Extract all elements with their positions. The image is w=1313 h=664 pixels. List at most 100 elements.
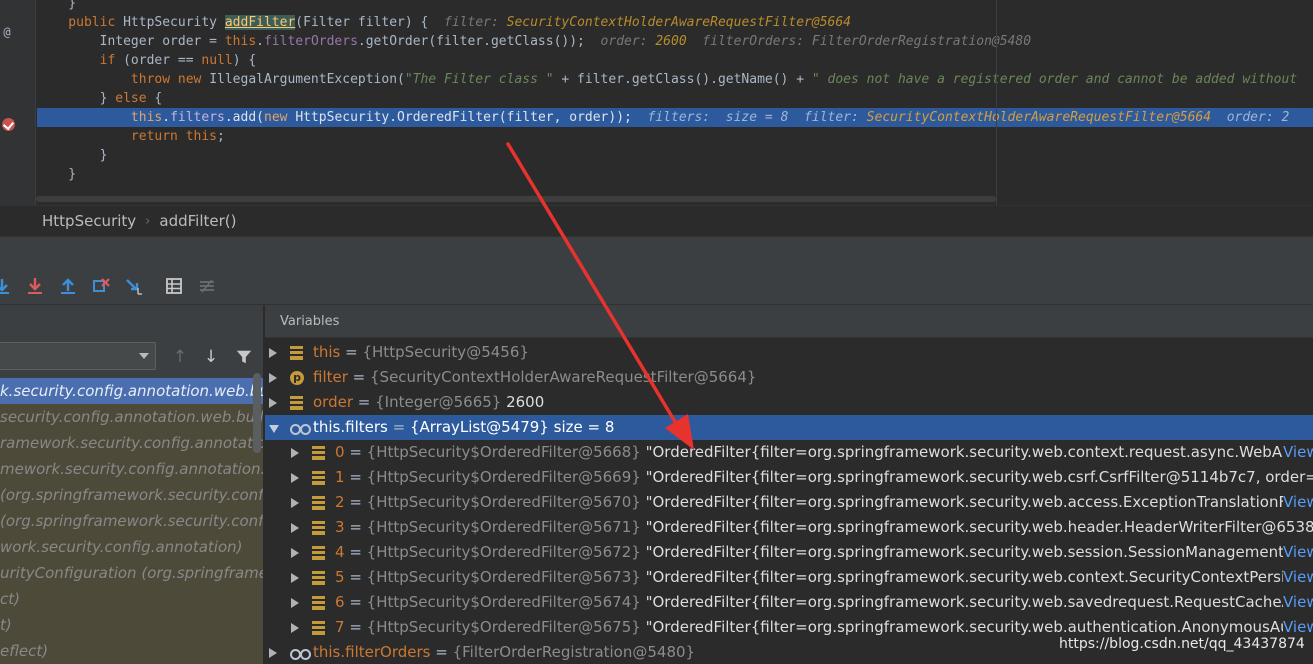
code-line[interactable]: if (order == null) { <box>37 51 1313 70</box>
code-token: this <box>224 34 257 49</box>
code-editor[interactable]: @ } public HttpSecurity addFilter(Filter… <box>0 0 1313 205</box>
field-icon <box>312 596 325 610</box>
drop-frame-icon[interactable] <box>91 276 111 296</box>
expand-arrow-icon[interactable] <box>291 623 299 633</box>
breadcrumb-separator: › <box>145 213 151 229</box>
variable-text: this.filterOrders = {FilterOrderRegistra… <box>313 640 695 664</box>
filter-icon[interactable] <box>234 346 254 368</box>
view-link[interactable]: View <box>1283 490 1313 515</box>
view-link[interactable]: View <box>1283 590 1313 615</box>
code-line[interactable]: } <box>37 0 1313 13</box>
execution-point-line[interactable]: this.filters.add(new HttpSecurity.Ordere… <box>37 108 1313 127</box>
breadcrumb: HttpSecurity › addFilter() <box>0 205 1313 236</box>
breadcrumb-class[interactable]: HttpSecurity <box>42 212 136 230</box>
evaluate-expression-icon[interactable] <box>164 276 184 296</box>
breadcrumb-method[interactable]: addFilter() <box>159 212 236 230</box>
step-into-red-icon[interactable] <box>25 276 45 296</box>
variable-row[interactable]: order = {Integer@5665} 2600 <box>265 390 1313 415</box>
stack-frame[interactable]: ct) <box>0 586 263 612</box>
stack-frame[interactable]: k.security.config.annotation.web.buil <box>0 378 263 404</box>
editor-gutter[interactable]: @ <box>0 0 36 205</box>
run-to-cursor-icon[interactable] <box>124 276 144 296</box>
code-token: ; <box>217 129 225 144</box>
code-line[interactable]: throw new IllegalArgumentException("The … <box>37 70 1313 89</box>
expand-arrow-icon[interactable] <box>269 373 277 383</box>
variable-row[interactable]: 0 = {HttpSecurity$OrderedFilter@5668} "O… <box>265 440 1313 465</box>
expand-arrow-icon[interactable] <box>291 448 299 458</box>
view-link[interactable]: View <box>1283 565 1313 590</box>
variable-row[interactable]: 3 = {HttpSecurity$OrderedFilter@5671} "O… <box>265 515 1313 540</box>
variable-text: 5 = {HttpSecurity$OrderedFilter@5673} "O… <box>335 565 1313 590</box>
expand-arrow-icon[interactable] <box>291 598 299 608</box>
code-line[interactable]: public HttpSecurity addFilter(Filter fil… <box>37 13 1313 32</box>
view-link[interactable]: View <box>1283 440 1313 465</box>
next-frame-button[interactable]: ↓ <box>201 346 221 368</box>
stack-frame[interactable]: ramework.security.config.annotation.w <box>0 430 263 456</box>
variable-name: 2 <box>335 493 345 511</box>
stack-frame[interactable]: (org.springframework.security.config.a <box>0 508 263 534</box>
expand-arrow-icon[interactable] <box>291 473 299 483</box>
override-marker-icon[interactable]: @ <box>0 25 14 39</box>
code-token: + filter.getClass().getName() + <box>553 72 812 87</box>
watch-icon <box>290 649 311 660</box>
frames-scrollbar[interactable] <box>253 373 261 453</box>
stack-frame[interactable]: (org.springframework.security.config <box>0 482 263 508</box>
code-token: .getOrder(filter.getClass()); <box>357 34 601 49</box>
variable-ref: {HttpSecurity$OrderedFilter@5671} <box>366 518 641 536</box>
expand-arrow-icon[interactable] <box>269 398 277 408</box>
variable-eq: = <box>344 543 367 561</box>
breakpoint-icon[interactable] <box>2 118 15 131</box>
code-token: Integer order = <box>37 34 225 49</box>
collapse-arrow-icon[interactable] <box>269 425 279 433</box>
variable-row[interactable]: this = {HttpSecurity@5456} <box>265 340 1313 365</box>
code-line[interactable]: } <box>37 146 1313 165</box>
variable-row[interactable]: 1 = {HttpSecurity$OrderedFilter@5669} "O… <box>265 465 1313 490</box>
variable-name: 4 <box>335 543 345 561</box>
field-icon <box>312 446 325 460</box>
code-token: order: <box>600 34 656 49</box>
debug-tab-strip <box>0 236 1313 269</box>
step-out-icon[interactable] <box>58 276 78 296</box>
trace-icon[interactable] <box>197 276 217 296</box>
variable-row[interactable]: 5 = {HttpSecurity$OrderedFilter@5673} "O… <box>265 565 1313 590</box>
view-link[interactable]: View <box>1283 540 1313 565</box>
frames-panel: ↑ ↓ k.security.config.annotation.web.bui… <box>0 305 264 664</box>
stack-frame[interactable]: urityConfiguration (org.springframew <box>0 560 263 586</box>
code-token: } <box>37 91 116 106</box>
code-line[interactable]: Integer order = this.filterOrders.getOrd… <box>37 32 1313 51</box>
variable-row[interactable]: 4 = {HttpSecurity$OrderedFilter@5672} "O… <box>265 540 1313 565</box>
code-line[interactable]: } else { <box>37 89 1313 108</box>
expand-arrow-icon[interactable] <box>291 573 299 583</box>
variable-name: this <box>313 343 341 361</box>
code-token: . <box>162 110 171 125</box>
variable-row[interactable]: 6 = {HttpSecurity$OrderedFilter@5674} "O… <box>265 590 1313 615</box>
variable-row[interactable]: 2 = {HttpSecurity$OrderedFilter@5670} "O… <box>265 490 1313 515</box>
variable-eq: = <box>344 518 367 536</box>
variable-name: 1 <box>335 468 345 486</box>
thread-selector-dropdown[interactable] <box>0 342 156 370</box>
stack-frame[interactable]: eflect) <box>0 638 263 664</box>
expand-arrow-icon[interactable] <box>291 498 299 508</box>
previous-frame-button[interactable]: ↑ <box>170 346 190 368</box>
step-over-icon[interactable] <box>0 276 12 296</box>
horizontal-scrollbar[interactable] <box>36 196 996 202</box>
code-line[interactable]: return this; <box>37 127 1313 146</box>
expand-arrow-icon[interactable] <box>269 648 277 658</box>
code-token: ) { <box>232 53 257 68</box>
code-token: return this <box>37 129 218 144</box>
expand-arrow-icon[interactable] <box>269 348 277 358</box>
stack-frame[interactable]: mework.security.config.annotation.we <box>0 456 263 482</box>
variable-row[interactable]: this.filters = {ArrayList@5479} size = 8 <box>265 415 1313 440</box>
stack-frame[interactable]: security.config.annotation.web.buil <box>0 404 263 430</box>
stack-frame[interactable]: t) <box>0 612 263 638</box>
expand-arrow-icon[interactable] <box>291 523 299 533</box>
expand-arrow-icon[interactable] <box>291 548 299 558</box>
variable-val: 2600 <box>501 393 545 411</box>
code-line[interactable]: } <box>37 165 1313 184</box>
stack-frame[interactable]: work.security.config.annotation) <box>0 534 263 560</box>
variable-text: order = {Integer@5665} 2600 <box>313 390 544 415</box>
variable-ref: {HttpSecurity@5456} <box>362 343 529 361</box>
field-icon <box>312 621 325 635</box>
variable-row[interactable]: p filter = {SecurityContextHolderAwareReq… <box>265 365 1313 390</box>
chevron-down-icon <box>139 353 149 359</box>
